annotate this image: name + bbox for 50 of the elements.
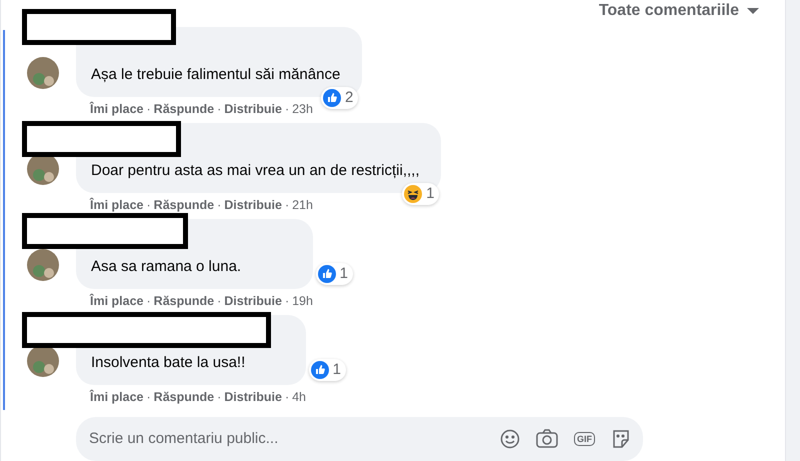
comment-action-link[interactable]: Distribuie <box>224 101 282 117</box>
gif-icon[interactable]: GIF <box>574 432 595 446</box>
reaction-badge[interactable]: 1 <box>402 183 440 205</box>
separator-dot: · <box>217 389 222 405</box>
timestamp[interactable]: 21h <box>292 197 313 213</box>
camera-icon[interactable] <box>536 429 558 449</box>
comment-input-text[interactable]: Scrie un comentariu public... <box>89 428 500 450</box>
separator-dot: · <box>284 293 290 309</box>
sticker-icon[interactable] <box>611 429 631 449</box>
comment-action-link[interactable]: Îmi place <box>90 389 144 405</box>
timestamp[interactable]: 19h <box>292 293 313 309</box>
separator-dot: · <box>146 293 151 309</box>
thumbs-up-icon <box>322 89 341 107</box>
comment-action-link[interactable]: Răspunde <box>154 101 214 117</box>
separator-dot: · <box>217 197 222 213</box>
timestamp[interactable]: 4h <box>292 389 306 405</box>
comment-action-link[interactable]: Răspunde <box>154 293 214 309</box>
separator-dot: · <box>284 197 290 213</box>
caret-icon <box>747 7 759 15</box>
comment-action-link[interactable]: Îmi place <box>90 101 144 117</box>
comment-text: Asa sa ramana o luna. <box>91 258 242 275</box>
separator-dot: · <box>284 101 290 117</box>
comment-action-link[interactable]: Distribuie <box>224 197 282 213</box>
comment-text: Doar pentru asta as mai vrea un an de restricții,,,, <box>91 162 420 179</box>
thumbs-up-icon <box>318 265 336 283</box>
timestamp[interactable]: 23h <box>292 101 313 117</box>
reaction-badge[interactable]: 2 <box>320 87 358 109</box>
reaction-badge[interactable]: 1 <box>308 359 346 381</box>
comment-action-link[interactable]: Răspunde <box>154 389 214 405</box>
avatar <box>27 249 59 281</box>
comment-action-link[interactable]: Îmi place <box>90 293 144 309</box>
comment-action-link[interactable]: Distribuie <box>224 389 282 405</box>
comment-text: Insolventa bate la usa!! <box>91 354 246 371</box>
laughing-face-icon <box>404 185 422 203</box>
thumbs-up-icon <box>310 361 329 379</box>
separator-dot: · <box>146 389 151 405</box>
avatar <box>27 57 59 89</box>
comment-input[interactable]: Scrie un comentariu public... GIF <box>76 417 643 461</box>
separator-dot: · <box>217 293 222 309</box>
sort-dropdown[interactable]: Toate comentariile <box>598 1 759 21</box>
comment-action-link[interactable]: Distribuie <box>224 293 282 309</box>
separator-dot: · <box>217 101 222 117</box>
smiley-icon[interactable] <box>500 429 520 449</box>
comment-action-link[interactable]: Îmi place <box>90 197 144 213</box>
separator-dot: · <box>146 197 151 213</box>
separator-dot: · <box>284 389 290 405</box>
comment-action-link[interactable]: Răspunde <box>154 197 214 213</box>
comment-text: Așa le trebuie falimentul săi mănânce <box>91 66 340 83</box>
separator-dot: · <box>146 101 151 117</box>
reaction-badge[interactable]: 1 <box>316 263 353 285</box>
